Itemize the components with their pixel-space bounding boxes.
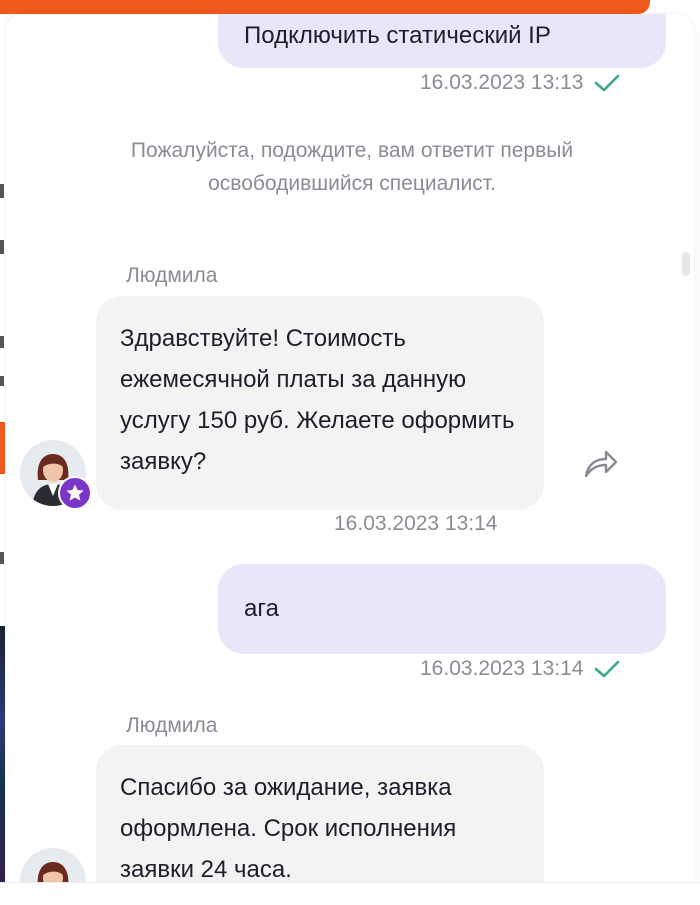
message-meta: 16.03.2023 13:14 (334, 512, 498, 536)
operator-avatar (20, 848, 86, 882)
incoming-message-bubble: Спасибо за ожидание, заявка оформлена. С… (96, 745, 544, 882)
header-accent-bar (0, 0, 650, 14)
system-notice: Пожалуйста, подождите, вам ответит первы… (130, 139, 574, 195)
check-icon (594, 660, 619, 678)
sender-name: Людмила (126, 714, 218, 737)
scrollbar-thumb[interactable] (682, 252, 690, 276)
check-icon (594, 74, 619, 92)
message-text: Спасибо за ожидание, заявка оформлена. С… (120, 774, 457, 882)
message-text: ага (244, 595, 279, 622)
message-timestamp: 16.03.2023 13:14 (420, 657, 584, 680)
chat-panel[interactable]: Подключить статический IP 16.03.2023 13:… (6, 14, 694, 882)
share-icon[interactable] (580, 444, 620, 484)
message-text: Подключить статический IP (244, 22, 551, 49)
bottom-bar (0, 882, 700, 905)
incoming-message-bubble: Здравствуйте! Стоимость ежемесячной плат… (96, 296, 544, 510)
operator-avatar (20, 440, 92, 510)
outgoing-message-bubble: Подключить статический IP (218, 14, 666, 68)
message-meta: 16.03.2023 13:14 (420, 657, 620, 681)
message-timestamp: 16.03.2023 13:14 (334, 512, 498, 535)
message-meta: 16.03.2023 13:13 (420, 71, 620, 95)
sender-name: Людмила (126, 264, 218, 287)
message-timestamp: 16.03.2023 13:13 (420, 71, 584, 94)
message-text: Здравствуйте! Стоимость ежемесячной плат… (120, 325, 515, 475)
outgoing-message-bubble: ага (218, 564, 666, 654)
star-badge-icon (58, 476, 92, 510)
